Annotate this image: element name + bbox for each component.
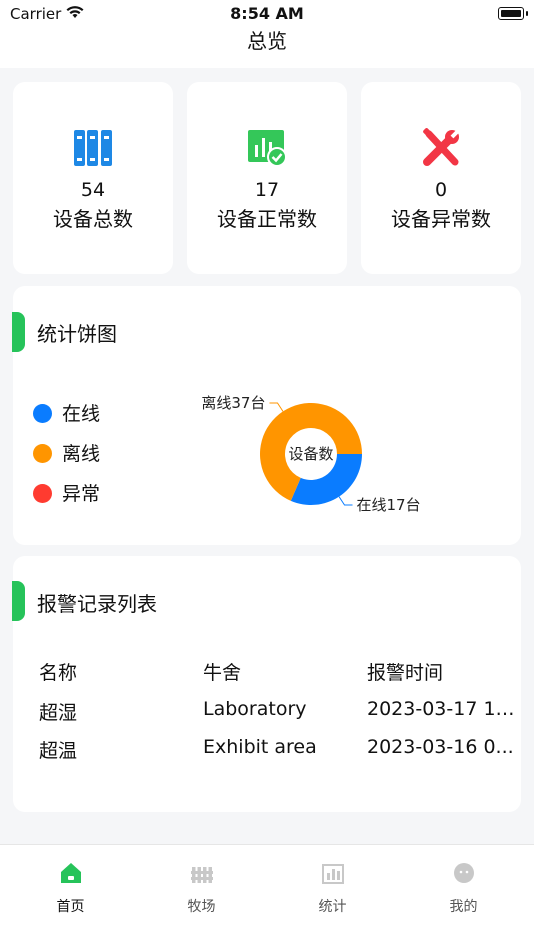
stat-label: 设备总数 — [53, 207, 133, 231]
status-bar: Carrier 8:54 AM — [0, 0, 534, 28]
battery-icon — [498, 7, 528, 20]
fence-icon — [135, 861, 268, 887]
tab-mine[interactable]: 我的 — [397, 845, 530, 925]
stat-card-normal[interactable]: 17 设备正常数 — [187, 82, 347, 274]
tab-ranch[interactable]: 牧场 — [135, 845, 268, 925]
alarm-list-card: 报警记录列表 名称 牛舍 报警时间 超湿 Laboratory 2023-03-… — [12, 556, 521, 812]
alarm-time: 2023-03-17 11... — [367, 698, 517, 720]
donut-center-label: 设备数 — [288, 445, 333, 463]
section-title: 报警记录列表 — [37, 592, 157, 616]
table-header: 名称 牛舍 报警时间 — [13, 658, 521, 688]
table-row[interactable]: 超湿 Laboratory 2023-03-17 11... — [13, 698, 521, 728]
table-row[interactable]: 超温 Exhibit area 2023-03-16 0... — [13, 736, 521, 766]
user-face-icon — [397, 861, 530, 887]
donut-label-0: 在线17台 — [357, 496, 421, 514]
section-accent-bar — [12, 581, 25, 621]
alarm-barn: Exhibit area — [203, 736, 317, 758]
header-name: 名称 — [39, 662, 78, 684]
tab-label: 统计 — [318, 899, 347, 915]
tab-label: 我的 — [449, 899, 478, 915]
device-rack-icon — [13, 128, 173, 168]
alarm-name: 超湿 — [39, 702, 78, 724]
stat-card-abnormal[interactable]: 0 设备异常数 — [361, 82, 521, 274]
header-barn: 牛舍 — [203, 662, 242, 684]
bar-chart-icon — [266, 861, 399, 887]
chart-check-icon — [187, 128, 347, 168]
home-icon — [4, 861, 137, 887]
wrench-tools-icon — [361, 128, 521, 168]
pie-chart-card: 统计饼图 在线 离线 异常 设备数 在线17台 离线37台 — [12, 286, 521, 545]
tab-label: 牧场 — [187, 899, 216, 915]
alarm-barn: Laboratory — [203, 698, 307, 720]
tab-label: 首页 — [56, 899, 85, 915]
stat-value: 17 — [254, 179, 280, 201]
tab-bar: 首页 牧场 统计 我的 — [0, 844, 534, 951]
donut-label-1: 离线37台 — [201, 394, 265, 412]
donut-chart: 设备数 在线17台 离线37台 — [201, 394, 421, 514]
stat-label: 设备正常数 — [217, 207, 317, 231]
alarm-time: 2023-03-16 0... — [367, 736, 514, 758]
stat-label: 设备异常数 — [391, 207, 491, 231]
tab-home[interactable]: 首页 — [4, 845, 137, 925]
donut-label-line-1 — [269, 402, 284, 412]
alarm-name: 超温 — [39, 740, 78, 762]
tab-statistics[interactable]: 统计 — [266, 845, 399, 925]
stat-value: 0 — [434, 179, 448, 201]
stat-value: 54 — [80, 179, 106, 201]
page-title: 总览 — [247, 29, 287, 53]
status-time: 8:54 AM — [230, 4, 304, 23]
donut-label-line-0 — [338, 496, 353, 506]
stat-card-total[interactable]: 54 设备总数 — [13, 82, 173, 274]
header-alarm-time: 报警时间 — [367, 662, 444, 684]
nav-bar: 总览 — [0, 28, 534, 68]
